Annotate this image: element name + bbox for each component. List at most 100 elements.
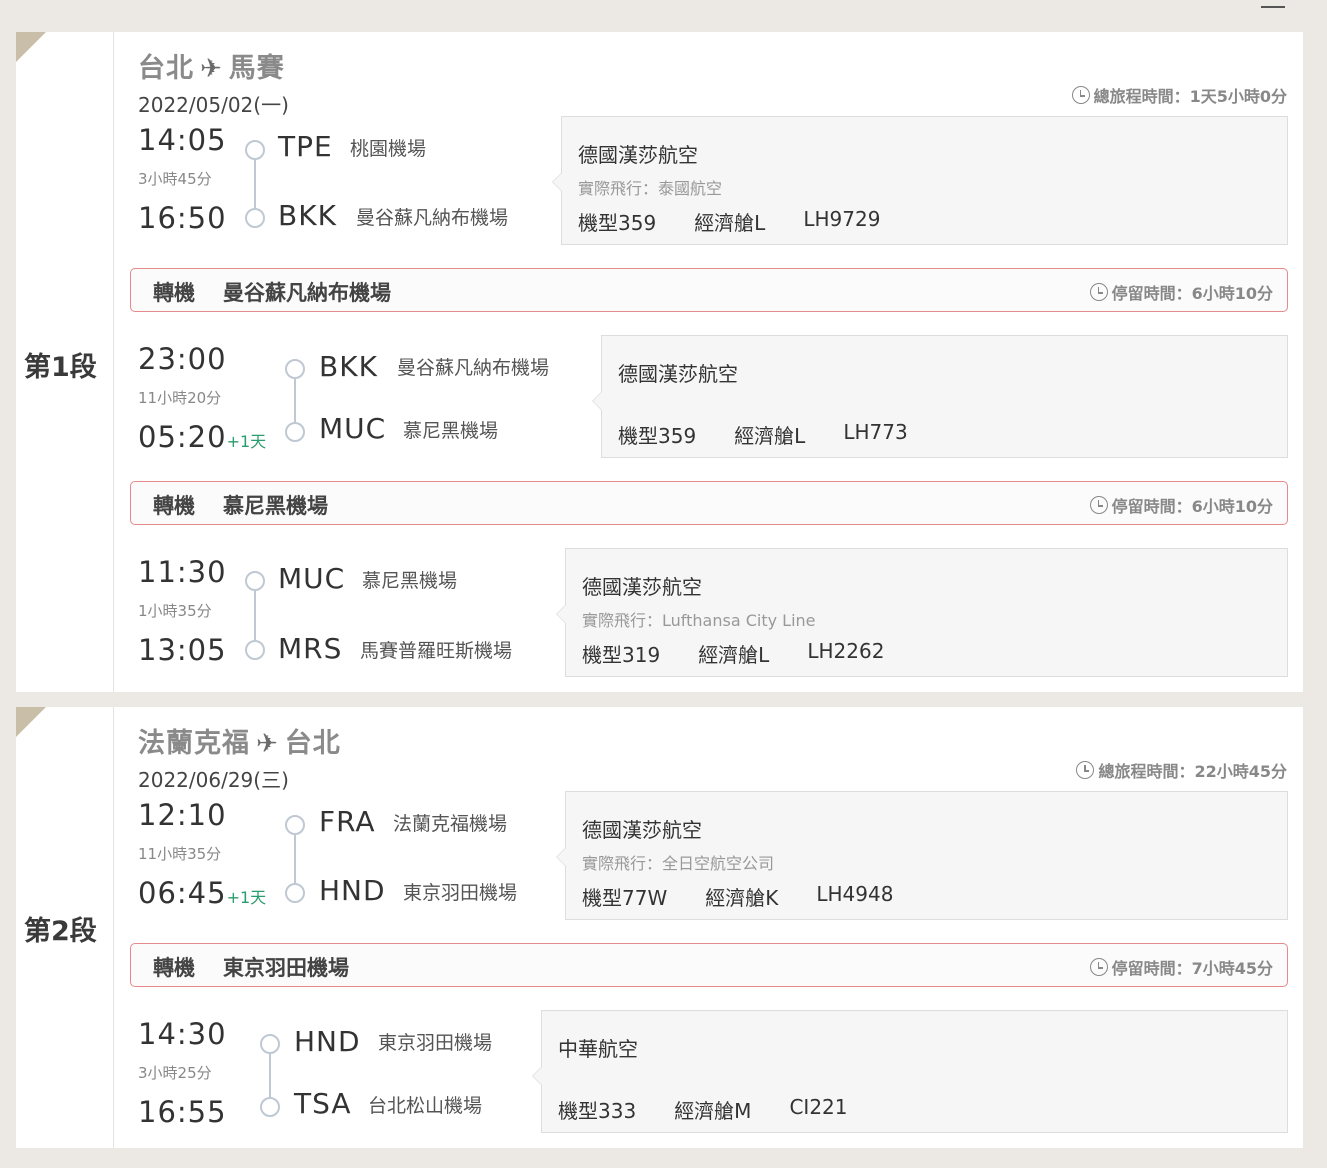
departure-time: 14:05 [138, 123, 227, 157]
arrival-airport-name: 東京羽田機場 [403, 882, 518, 904]
transfer-bar: 轉機 東京羽田機場 停留時間：7小時45分 [130, 943, 1288, 987]
cabin-class: 經濟艙K [705, 886, 779, 910]
layover-duration: 停留時間：7小時45分 [1089, 955, 1273, 979]
corner-decoration [16, 32, 46, 62]
route-title: 法蘭克福 ✈ 台北 [138, 728, 341, 759]
departure-airport-code: BKK [319, 350, 378, 383]
total-duration: 總旅程時間：1天5小時0分 [1071, 83, 1287, 107]
departure-time: 23:00 [138, 342, 227, 376]
flight-duration: 11小時20分 [138, 389, 222, 407]
arrival-node [285, 883, 305, 903]
flight-duration: 1小時35分 [138, 602, 212, 620]
segment-label-column: 第2段 [16, 707, 114, 1148]
departure-date: 2022/05/02(一) [138, 93, 289, 117]
flight-duration: 11小時35分 [138, 845, 222, 863]
flight-number: LH2262 [807, 639, 885, 663]
departure-airport-name: 桃園機場 [350, 138, 427, 160]
flight-details: 機型319 經濟艙L LH2262 [582, 639, 884, 668]
arrival-time: 16:50 [138, 201, 227, 235]
clock-icon [1089, 283, 1108, 301]
corner-decoration [16, 707, 46, 737]
flight-info-card: 德國漢莎航空 實際飛行：泰國航空 機型359 經濟艙L LH9729 [552, 116, 1288, 245]
flight-info-card: 中華航空 機型333 經濟艙M CI221 [532, 1010, 1288, 1133]
airline-name: 中華航空 [558, 1037, 638, 1061]
arrival-airport-name: 台北松山機場 [368, 1095, 483, 1117]
total-duration: 總旅程時間：22小時45分 [1076, 758, 1287, 782]
cabin-class: 經濟艙L [698, 643, 770, 667]
layover-duration: 停留時間：6小時10分 [1089, 280, 1273, 304]
aircraft-type: 機型77W [582, 886, 668, 910]
flight-details: 機型359 經濟艙L LH9729 [578, 207, 880, 236]
departure-airport-code: TPE [278, 130, 333, 163]
transfer-label: 轉機 [153, 281, 195, 305]
arrival-node [245, 640, 265, 660]
arrival-airport-name: 曼谷蘇凡納布機場 [356, 207, 509, 229]
route-title: 台北 ✈ 馬賽 [138, 53, 285, 84]
clock-icon [1089, 958, 1108, 976]
aircraft-type: 機型333 [558, 1099, 637, 1123]
arrival-airport-code: MRS [278, 632, 343, 665]
airline-name: 德國漢莎航空 [618, 362, 738, 386]
aircraft-type: 機型359 [618, 424, 697, 448]
flight-duration: 3小時25分 [138, 1064, 212, 1082]
flight-number: LH773 [843, 420, 908, 444]
flight-number: CI221 [789, 1095, 848, 1119]
arrival-time: 16:55 [138, 1095, 227, 1129]
flight-details: 機型77W 經濟艙K LH4948 [582, 882, 893, 911]
airline-name: 德國漢莎航空 [582, 575, 702, 599]
operated-by: 實際飛行：全日空航空公司 [582, 854, 775, 873]
departure-airport-name: 法蘭克福機場 [393, 813, 508, 835]
transfer-label: 轉機 [153, 494, 195, 518]
flight-details: 機型333 經濟艙M CI221 [558, 1095, 848, 1124]
clock-icon [1076, 761, 1095, 779]
collapse-icon[interactable] [1261, 6, 1285, 8]
flight-number: LH4948 [816, 882, 894, 906]
departure-node [260, 1034, 280, 1054]
airline-name: 德國漢莎航空 [582, 818, 702, 842]
next-day-indicator: +1天 [226, 888, 267, 907]
departure-airport-name: 東京羽田機場 [378, 1032, 493, 1054]
layover-duration: 停留時間：6小時10分 [1089, 493, 1273, 517]
departure-airport-name: 慕尼黑機場 [362, 570, 458, 592]
segment-label: 第2段 [24, 916, 97, 947]
departure-node [285, 359, 305, 379]
departure-airport-code: HND [294, 1025, 361, 1058]
segment-label-column: 第1段 [16, 32, 114, 692]
flight-info-card: 德國漢莎航空 實際飛行：全日空航空公司 機型77W 經濟艙K LH4948 [556, 791, 1288, 920]
arrival-airport-name: 馬賽普羅旺斯機場 [360, 640, 513, 662]
airplane-icon: ✈ [256, 729, 279, 759]
departure-time: 11:30 [138, 555, 227, 589]
arrival-airport-code: MUC [319, 412, 387, 445]
cabin-class: 經濟艙L [694, 211, 766, 235]
arrival-time: 06:45+1天 [138, 876, 267, 910]
aircraft-type: 機型359 [578, 211, 657, 235]
clock-icon [1071, 86, 1090, 104]
arrival-node [260, 1097, 280, 1117]
airplane-icon: ✈ [200, 54, 223, 84]
transfer-label: 轉機 [153, 956, 195, 980]
clock-icon [1089, 496, 1108, 514]
operated-by: 實際飛行：Lufthansa City Line [582, 611, 816, 630]
segment-label: 第1段 [24, 352, 97, 383]
flight-details: 機型359 經濟艙L LH773 [618, 420, 908, 449]
arrival-airport-code: BKK [278, 199, 337, 232]
transfer-airport: 東京羽田機場 [223, 956, 349, 980]
departure-date: 2022/06/29(三) [138, 768, 289, 792]
flight-duration: 3小時45分 [138, 170, 212, 188]
arrival-node [285, 422, 305, 442]
transfer-airport: 曼谷蘇凡納布機場 [223, 281, 391, 305]
transfer-airport: 慕尼黑機場 [223, 494, 328, 518]
aircraft-type: 機型319 [582, 643, 661, 667]
departure-airport-code: FRA [319, 805, 376, 838]
departure-airport-code: MUC [278, 562, 346, 595]
arrival-node [245, 208, 265, 228]
departure-airport-name: 曼谷蘇凡納布機場 [397, 357, 550, 379]
flight-number: LH9729 [803, 207, 881, 231]
cabin-class: 經濟艙L [734, 424, 806, 448]
arrival-airport-code: TSA [294, 1087, 352, 1120]
arrival-airport-code: HND [319, 874, 386, 907]
departure-time: 14:30 [138, 1017, 227, 1051]
departure-node [285, 815, 305, 835]
next-day-indicator: +1天 [226, 432, 267, 451]
departure-time: 12:10 [138, 798, 227, 832]
